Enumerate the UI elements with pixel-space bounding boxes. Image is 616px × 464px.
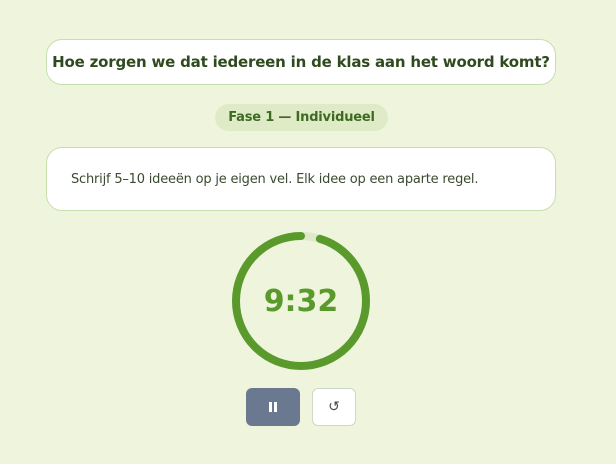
timer-value: 9:32 (263, 283, 339, 319)
reset-button[interactable]: ↺ (312, 388, 356, 426)
instruction-text: Schrijf 5–10 ideeën op je eigen vel. Elk… (71, 171, 479, 187)
question-card: Hoe zorgen we dat iedereen in de klas aa… (46, 39, 556, 85)
phase-label: Fase 1 — Individueel (228, 110, 375, 125)
reset-icon: ↺ (328, 399, 340, 415)
pause-button[interactable] (246, 388, 300, 426)
question-text: Hoe zorgen we dat iedereen in de klas aa… (52, 53, 550, 71)
phase-badge: Fase 1 — Individueel (215, 104, 388, 131)
pause-icon (268, 402, 278, 412)
countdown-timer: 9:32 (230, 230, 372, 372)
instruction-card: Schrijf 5–10 ideeën op je eigen vel. Elk… (46, 147, 556, 211)
